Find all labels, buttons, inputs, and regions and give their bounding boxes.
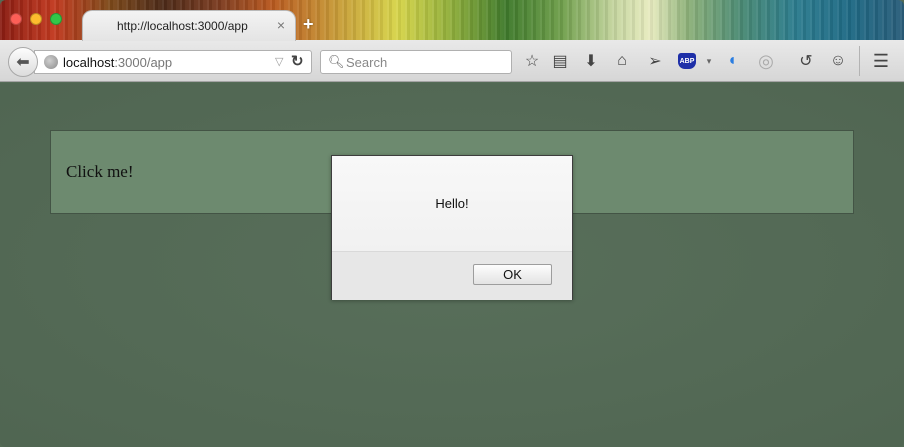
new-tab-button[interactable]: + — [303, 14, 314, 35]
ok-button[interactable]: OK — [473, 264, 552, 285]
home-icon[interactable]: ⌂ — [611, 51, 633, 71]
send-icon[interactable]: ➢ — [644, 51, 666, 71]
back-arrow-icon: ⬅ — [16, 54, 30, 71]
adblock-icon[interactable]: ABP — [678, 53, 696, 69]
download-icon[interactable]: ⬇ — [580, 51, 602, 71]
dialog-message: Hello! — [435, 196, 469, 211]
search-box[interactable]: 🔍︎ — [320, 50, 512, 74]
url-dropdown-icon[interactable]: ▽ — [275, 55, 283, 68]
tab-title: http://localhost:3000/app — [117, 19, 248, 33]
zoom-window-button[interactable] — [50, 13, 62, 25]
circle-extension-icon[interactable]: ◎ — [755, 51, 777, 71]
tab-close-icon[interactable]: × — [277, 17, 285, 33]
toolbar-separator — [859, 46, 860, 76]
search-icon: 🔍︎ — [328, 54, 345, 69]
smiley-icon[interactable]: ☺ — [827, 51, 849, 71]
browser-tab[interactable]: http://localhost:3000/app × — [82, 10, 296, 41]
reading-list-icon[interactable]: ▤ — [549, 51, 571, 71]
url-text[interactable]: localhost:3000/app — [63, 55, 172, 70]
dialog-body: Hello! — [332, 156, 572, 251]
navigation-toolbar: localhost:3000/app ▽ ↻ ⬅ 🔍︎ ☆ ▤ ⬇ ⌂ ➢ AB… — [0, 40, 904, 82]
vpn-icon[interactable]: ◖ — [721, 51, 743, 71]
url-bar[interactable]: localhost:3000/app ▽ ↻ — [34, 50, 312, 74]
click-me-text[interactable]: Click me! — [66, 162, 134, 182]
adblock-dropdown-icon[interactable]: ▾ — [698, 51, 720, 71]
menu-icon[interactable]: ☰ — [870, 51, 892, 71]
dialog-footer: OK — [332, 251, 572, 300]
alert-dialog: Hello! OK — [331, 155, 573, 300]
bookmark-star-icon[interactable]: ☆ — [521, 51, 543, 71]
globe-icon — [44, 55, 58, 69]
browser-window: http://localhost:3000/app × + localhost:… — [0, 0, 904, 447]
reload-icon[interactable]: ↻ — [291, 52, 304, 70]
back-button[interactable]: ⬅ — [8, 47, 38, 77]
search-input[interactable] — [346, 54, 506, 70]
minimize-window-button[interactable] — [30, 13, 42, 25]
url-host: localhost — [63, 55, 115, 70]
close-window-button[interactable] — [10, 13, 22, 25]
url-path: :3000/app — [114, 55, 173, 70]
history-icon[interactable]: ↺ — [795, 51, 817, 71]
